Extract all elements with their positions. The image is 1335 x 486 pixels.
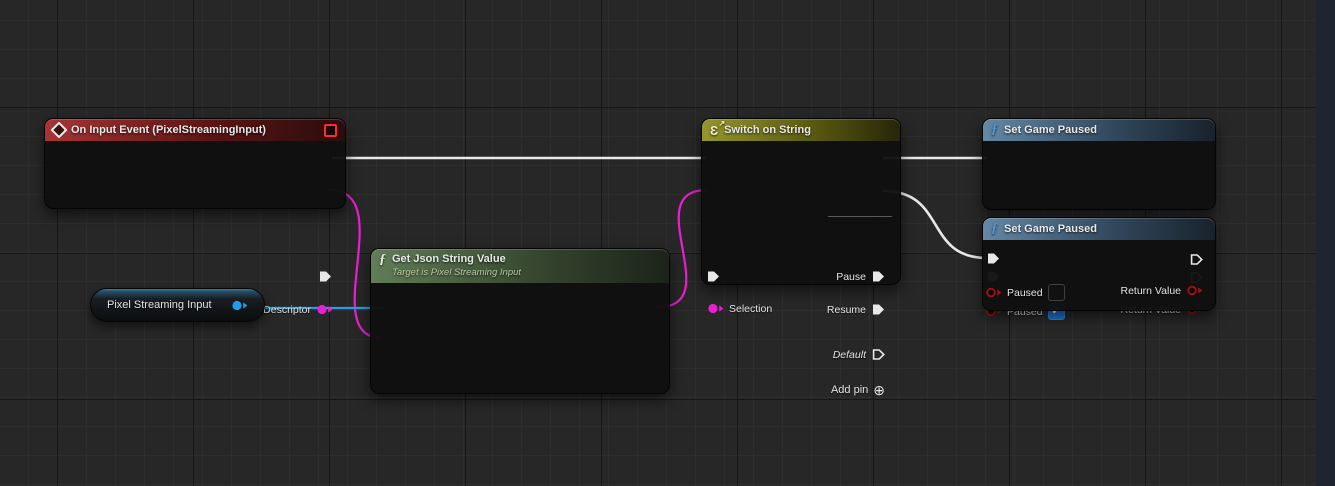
return-value-out-pin[interactable] <box>1186 284 1203 297</box>
node-get-json-string-value[interactable]: ƒ Get Json String Value Target is Pixel … <box>370 248 670 394</box>
paused-in-pin[interactable] <box>985 286 1002 299</box>
pin-label: Return Value <box>1120 285 1181 297</box>
exec-out-pin[interactable] <box>1189 252 1204 267</box>
descriptor-out-row: Descriptor <box>263 303 333 316</box>
node-set-game-paused-bottom[interactable]: ƒ Set Game Paused Paused ✓ Return Value <box>982 217 1216 311</box>
selection-in-pin[interactable] <box>707 302 724 315</box>
selection-in-row: Selection <box>707 302 772 315</box>
node-header[interactable]: ƒ Get Json String Value Target is Pixel … <box>371 249 669 283</box>
paused-in-row: Paused ✓ <box>985 284 1065 301</box>
variable-out-pin[interactable] <box>231 299 248 312</box>
node-header[interactable]: Ɛ↗ Switch on String <box>702 119 900 141</box>
node-title: Switch on String <box>724 124 811 136</box>
input-event-indicator-icon <box>324 124 337 137</box>
pin-label: Paused <box>1007 287 1043 299</box>
default-out-row: Default <box>833 347 886 362</box>
node-subtitle: Target is Pixel Streaming Input <box>392 267 521 279</box>
node-on-input-event[interactable]: On Input Event (PixelStreamingInput) Des… <box>44 118 346 209</box>
return-value-out-row: Return Value <box>1120 284 1203 297</box>
add-pin-label: Add pin <box>831 384 868 396</box>
node-switch-on-string[interactable]: Ɛ↗ Switch on String Selection Pause Resu… <box>701 118 901 285</box>
pin-group-divider <box>828 216 892 217</box>
node-header[interactable]: On Input Event (PixelStreamingInput) <box>45 119 345 141</box>
resume-exec-out-pin[interactable] <box>871 302 886 317</box>
pin-label: Descriptor <box>263 304 311 316</box>
add-pin-row[interactable]: Add pin ⊕ <box>831 383 885 397</box>
pause-out-row: Pause <box>836 269 886 284</box>
node-title: Set Game Paused <box>1004 223 1097 235</box>
pause-exec-out-pin[interactable] <box>871 269 886 284</box>
resume-out-row: Resume <box>827 302 886 317</box>
default-exec-out-pin[interactable] <box>871 347 886 362</box>
exec-out-row <box>318 269 333 284</box>
pin-label: Pause <box>836 271 866 283</box>
exec-in-pin[interactable] <box>706 269 721 284</box>
exec-out-pin[interactable] <box>318 269 333 284</box>
pin-label: Default <box>833 349 866 361</box>
node-header[interactable]: ƒ Set Game Paused <box>983 119 1215 141</box>
pin-label: Resume <box>827 304 866 316</box>
function-icon: ƒ <box>991 123 998 137</box>
descriptor-out-pin[interactable] <box>316 303 333 316</box>
function-icon: ƒ <box>379 253 386 267</box>
function-icon: ƒ <box>991 222 998 236</box>
node-set-game-paused-top[interactable]: ƒ Set Game Paused Paused ✓ Return Value <box>982 118 1216 210</box>
blueprint-graph-canvas[interactable]: On Input Event (PixelStreamingInput) Des… <box>0 0 1335 486</box>
node-title: Get Json String Value <box>392 253 521 267</box>
exec-out-row <box>1189 252 1204 267</box>
node-header[interactable]: ƒ Set Game Paused <box>983 218 1215 240</box>
event-icon <box>51 122 68 139</box>
switch-icon: Ɛ↗ <box>710 124 718 137</box>
node-title: On Input Event (PixelStreamingInput) <box>71 124 266 136</box>
node-pixel-streaming-input-variable[interactable]: Pixel Streaming Input <box>90 288 265 322</box>
variable-label: Pixel Streaming Input <box>107 299 212 311</box>
exec-in-row <box>986 251 1001 266</box>
exec-in-row <box>706 269 721 284</box>
node-title: Set Game Paused <box>1004 124 1097 136</box>
add-pin-icon[interactable]: ⊕ <box>873 383 885 397</box>
paused-checkbox[interactable]: ✓ <box>1048 284 1065 301</box>
exec-in-pin[interactable] <box>986 251 1001 266</box>
pin-label: Selection <box>729 303 772 315</box>
